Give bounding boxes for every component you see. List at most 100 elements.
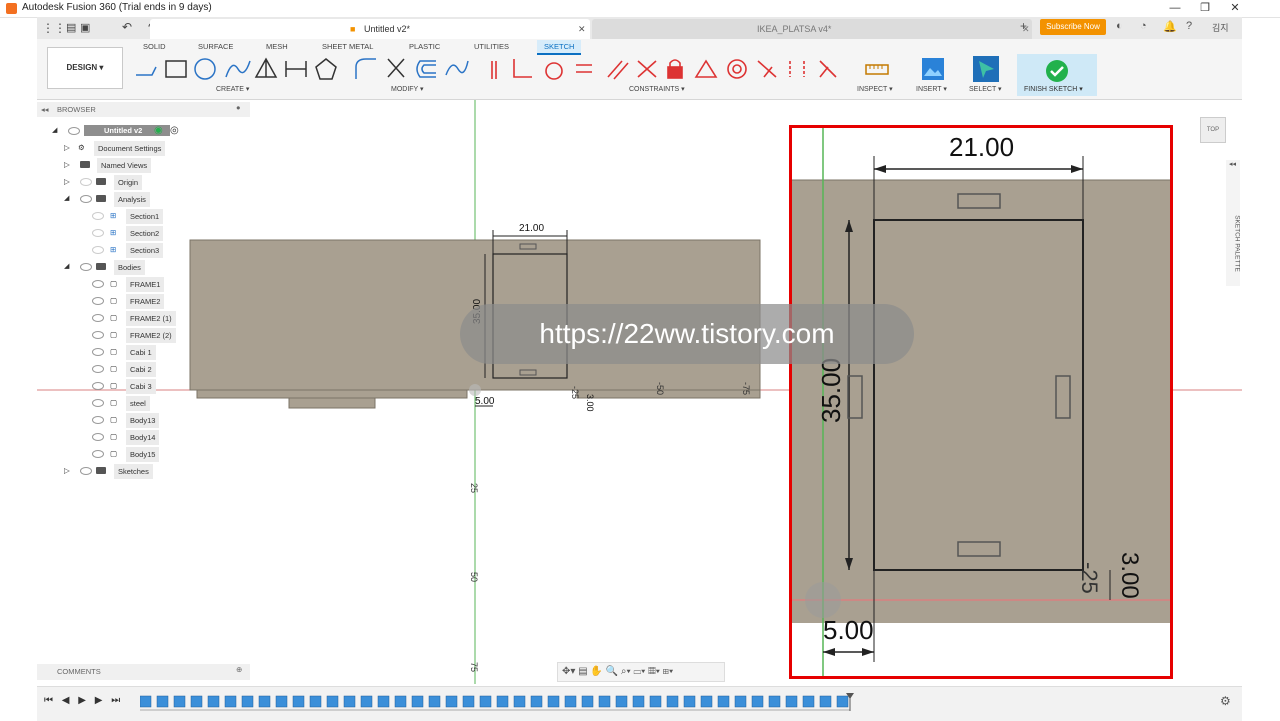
eye-icon [92,297,104,305]
concentric-icon [727,59,747,79]
small-dimension-label: 3.00 [585,394,595,412]
pan-icon[interactable]: ✋ [590,666,602,677]
constraints-menu[interactable]: CONSTRAINTS ▾ [629,85,685,93]
arc-icon [225,60,251,78]
go-to-start-icon[interactable]: ⏮ [44,695,53,706]
play-icon[interactable]: ▶ [78,695,86,706]
undo-icon[interactable]: ↶ [122,20,132,34]
zoom-icon[interactable]: 🔍 [606,666,618,677]
eye-icon [92,416,104,424]
body-icon: ▢ [110,364,118,373]
tab-sheet-metal[interactable]: SHEET METAL [322,42,373,51]
body-icon: ▢ [110,296,118,305]
offset-dimension-label: 5.00 [475,396,495,407]
folder-icon [80,161,90,168]
viewcube[interactable]: TOP [1200,117,1226,143]
tab-plastic[interactable]: PLASTIC [409,42,440,51]
eye-icon[interactable] [68,127,80,135]
tab-sketch[interactable]: SKETCH [537,40,582,55]
job-status-icon[interactable]: ◔ [1140,20,1147,32]
add-comment-icon[interactable]: ⊕ [236,665,242,674]
tab-mesh[interactable]: MESH [266,42,288,51]
notifications-icon[interactable]: 🔔 [1163,20,1177,33]
modify-menu[interactable]: MODIFY ▾ [391,85,424,93]
select-icon[interactable] [972,55,1000,83]
new-tab-button[interactable]: + [1020,19,1027,33]
zoomed-detail-view: 21.00 35.00 5.00 3.00 -25 [789,125,1173,679]
comments-panel[interactable]: COMMENTS ⊕ [37,664,250,680]
eye-icon [92,382,104,390]
eye-icon [80,195,92,203]
viewports-icon[interactable]: ⊞▾ [663,666,674,677]
eye-icon [92,433,104,441]
finish-sketch-button[interactable]: FINISH SKETCH ▾ [1017,54,1097,96]
save-icon[interactable]: ▣ [80,21,90,34]
subscribe-button[interactable]: Subscribe Now [1040,19,1106,35]
app-grid-icon[interactable]: ⋮⋮ [42,21,66,35]
body-icon: ▢ [110,449,118,458]
fusion-logo-icon [6,3,17,14]
grid-settings-icon[interactable]: ▦▾ [648,666,660,677]
eye-icon [92,348,104,356]
eye-icon [92,280,104,288]
navigation-bar: ✥▾ ▤ ✋ 🔍 ⌕▾ ▭▾ ▦▾ ⊞▾ [557,662,725,682]
title-bar: Autodesk Fusion 360 (Trial ends in 9 day… [0,0,1280,18]
extensions-icon[interactable]: ◐ [1116,20,1123,32]
tab-solid[interactable]: SOLID [143,42,166,51]
display-settings-icon[interactable]: ▭▾ [633,666,645,677]
body-icon: ▢ [110,415,118,424]
minimize-button[interactable]: — [1160,0,1190,17]
offset-dimension-label: 5.00 [823,615,874,645]
eye-icon [92,365,104,373]
maximize-button[interactable]: ❐ [1190,0,1220,17]
body-icon: ▢ [110,330,118,339]
next-step-icon[interactable]: ▶ [95,695,103,706]
browser-header[interactable]: ◂◂ BROWSER ● [37,102,250,117]
sketch-palette[interactable]: ◂◂ SKETCH PALETTE [1226,160,1241,286]
symmetry-icon [789,61,805,77]
body-icon: ▢ [110,381,118,390]
go-to-end-icon[interactable]: ⏭ [111,695,120,706]
inspect-menu[interactable]: INSPECT ▾ [857,85,893,93]
axis-tick-label: 25 [469,483,479,493]
width-dimension-label: 21.00 [519,223,544,234]
look-at-icon[interactable]: ▤ [578,666,587,677]
tab-untitled[interactable]: ■ Untitled v2* ✕ [150,19,590,39]
tab-ikea-platsa[interactable]: IKEA_PLATSA v4* ✕ [592,19,1032,39]
measure-icon[interactable] [864,58,890,82]
activate-icon[interactable]: ◎ [170,124,179,137]
section-icon: ⊞ [110,245,117,254]
close-tab-icon[interactable]: ✕ [578,19,586,39]
axis-tick-label: -50 [655,382,665,395]
timeline-settings-icon[interactable]: ⚙ [1220,694,1231,708]
user-avatar[interactable]: 김지 [1212,21,1229,34]
expand-icon[interactable]: ◂◂ [1229,160,1236,168]
tab-utilities[interactable]: UTILITIES [474,42,509,51]
cabinet-base [196,389,468,399]
collapse-icon[interactable]: ◂◂ [41,105,49,114]
insert-menu[interactable]: INSERT ▾ [916,85,947,93]
previous-step-icon[interactable]: ◀ [62,695,70,706]
body-icon: ▢ [110,432,118,441]
expand-icon[interactable]: ◢ [52,124,57,137]
pin-icon[interactable]: ● [236,103,241,112]
timeline-features[interactable] [140,693,860,713]
file-icon[interactable]: ▤ [66,21,76,34]
cabinet-base-right [576,389,761,399]
fit-icon[interactable]: ⌕▾ [621,666,631,677]
close-button[interactable]: ✕ [1220,0,1250,17]
insert-image-icon[interactable] [920,56,946,82]
height-dimension-label: 35.00 [816,358,846,423]
select-menu[interactable]: SELECT ▾ [969,85,1002,93]
fix-icon [667,66,683,79]
body-icon: ▢ [110,279,118,288]
orbit-icon[interactable]: ✥▾ [562,666,575,677]
help-icon[interactable]: ? [1186,20,1192,32]
create-menu[interactable]: CREATE ▾ [216,85,249,93]
workspace-selector[interactable]: DESIGN ▾ [47,47,123,89]
curvature-icon [819,60,837,78]
eye-icon [92,450,104,458]
folder-icon [96,467,106,474]
small-dimension-label: 3.00 [1116,552,1143,599]
tab-surface[interactable]: SURFACE [198,42,233,51]
